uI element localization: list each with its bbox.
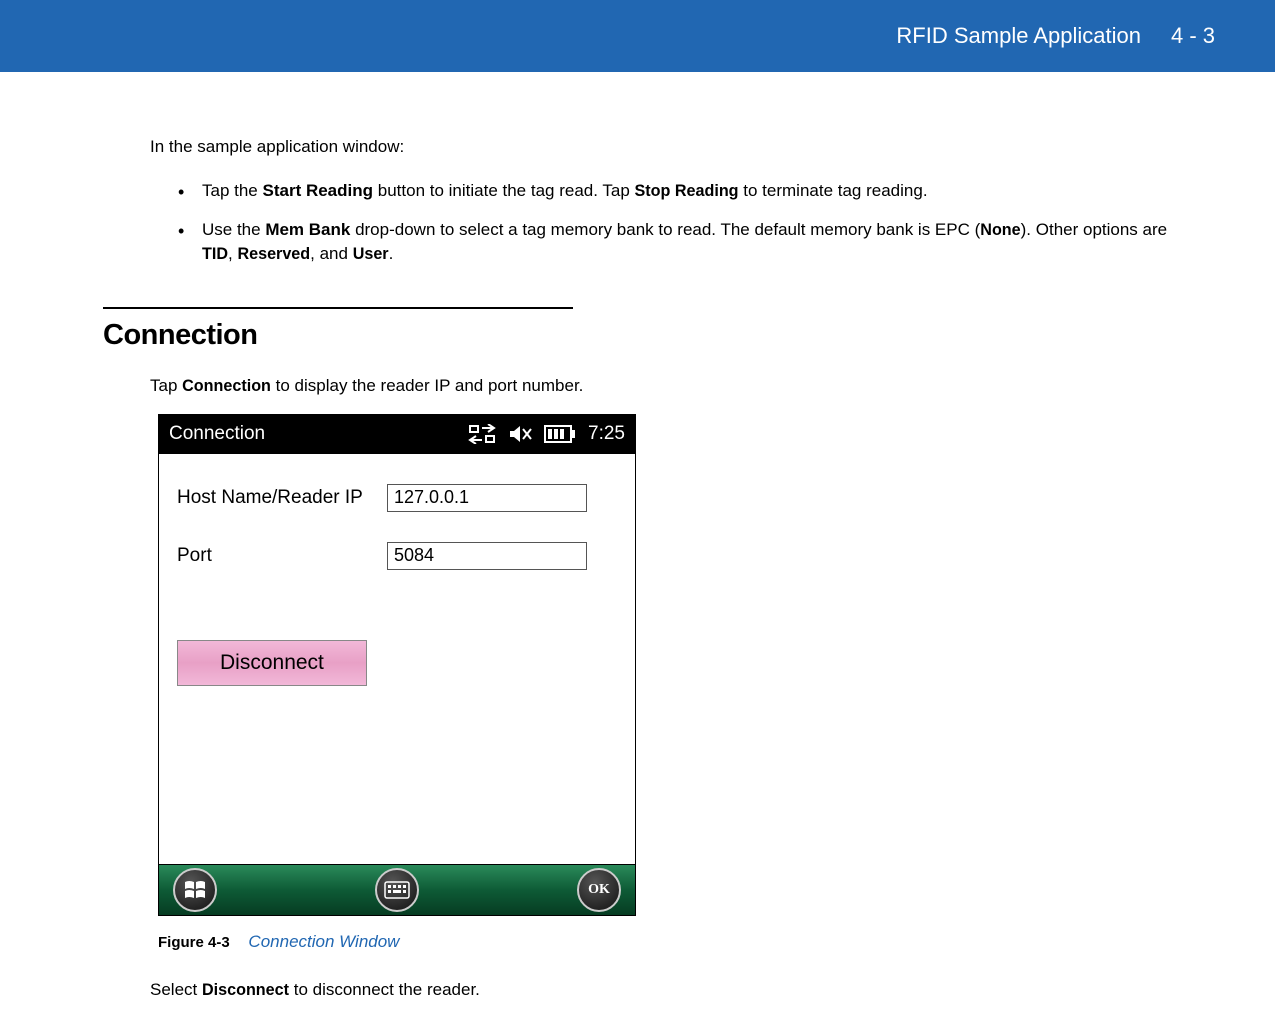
figure-caption: Figure 4-3 Connection Window: [158, 932, 1185, 952]
header-title: RFID Sample Application: [896, 23, 1141, 49]
section-divider: [103, 307, 573, 309]
start-button[interactable]: [173, 868, 217, 912]
port-row: Port: [177, 542, 617, 570]
status-icons: 7:25: [468, 423, 625, 445]
figure-title: Connection Window: [248, 932, 399, 951]
connection-window-figure: Connection 7:25 Host Name/Reader IP Port…: [158, 414, 636, 916]
section-intro: Tap Connection to display the reader IP …: [150, 376, 1185, 396]
status-time: 7:25: [588, 423, 625, 445]
port-input[interactable]: [387, 542, 587, 570]
header-page-number: 4 - 3: [1171, 23, 1215, 49]
list-item: Tap the Start Reading button to initiate…: [178, 179, 1185, 204]
intro-text: In the sample application window:: [150, 137, 1185, 157]
page-content: In the sample application window: Tap th…: [0, 72, 1275, 1030]
figure-label: Figure 4-3: [158, 934, 230, 951]
keyboard-icon: [384, 881, 410, 899]
keyboard-button[interactable]: [375, 868, 419, 912]
host-row: Host Name/Reader IP: [177, 484, 617, 512]
windows-icon: [183, 878, 207, 902]
mobile-navbar: OK: [158, 864, 636, 916]
closing-text: Select Disconnect to disconnect the read…: [150, 980, 1185, 1000]
connectivity-icon: [468, 424, 496, 444]
mobile-body: Host Name/Reader IP Port Disconnect: [158, 454, 636, 864]
speaker-muted-icon: [508, 424, 532, 444]
ok-button[interactable]: OK: [577, 868, 621, 912]
section-heading: Connection: [103, 319, 1185, 352]
host-label: Host Name/Reader IP: [177, 487, 387, 509]
host-input[interactable]: [387, 484, 587, 512]
ok-label: OK: [588, 882, 610, 898]
page-header: RFID Sample Application 4 - 3: [0, 0, 1275, 72]
disconnect-button[interactable]: Disconnect: [177, 640, 367, 686]
list-item: Use the Mem Bank drop-down to select a t…: [178, 218, 1185, 267]
mobile-title: Connection: [169, 423, 265, 445]
bullet-list: Tap the Start Reading button to initiate…: [178, 179, 1185, 267]
mobile-titlebar: Connection 7:25: [158, 414, 636, 454]
port-label: Port: [177, 545, 387, 567]
battery-icon: [544, 425, 576, 443]
